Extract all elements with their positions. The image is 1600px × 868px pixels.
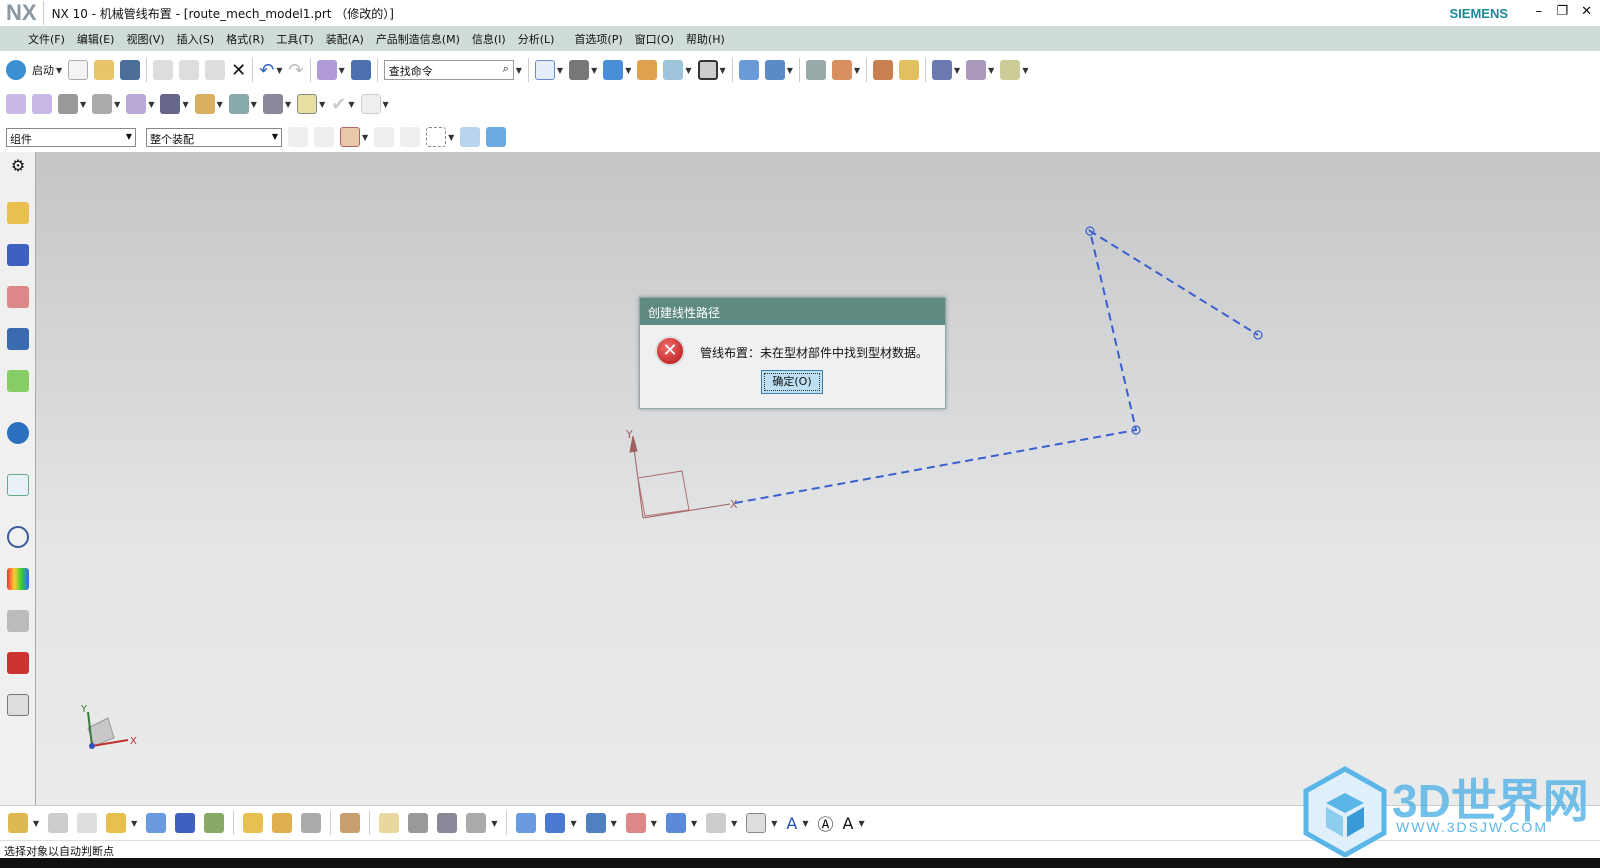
taskbar-edge [0,858,1600,868]
dialog-title: 创建线性路径 [640,298,945,325]
assembly-constraint-icon[interactable] [175,813,196,833]
error-dialog: 创建线性路径 ✕ 管线布置：未在型材部件中找到型材数据。 确定(O) [639,297,946,409]
bracket-icon[interactable] [408,813,429,833]
sheet-icon[interactable] [706,813,727,833]
annotation-icon[interactable]: Ⓐ [818,811,834,835]
route-geometry: Y X Y X [80,226,1263,749]
component-table-icon[interactable] [77,813,98,833]
sequence-icon[interactable] [301,813,322,833]
text-icon[interactable]: A [786,814,797,833]
mirror-icon[interactable] [204,813,225,833]
new-component-icon[interactable] [8,813,28,833]
sweep-icon[interactable] [625,813,646,833]
watermark: 3D世界网 WWW.3DSJW.COM [1300,765,1600,857]
font-icon[interactable]: A [843,814,854,833]
body-icon[interactable] [746,813,767,833]
add-component-icon[interactable] [48,813,69,833]
dialog-message: 管线布置：未在型材部件中找到型材数据。 [700,346,929,360]
triad-x-label: X [130,736,137,747]
extrude-icon[interactable] [516,813,537,833]
clip-icon[interactable] [379,813,400,833]
create-component-icon[interactable] [106,813,127,833]
mate-icon[interactable] [146,813,167,833]
box-icon[interactable] [466,813,487,833]
error-icon: ✕ [655,336,685,366]
block-icon[interactable] [665,813,686,833]
pattern-icon[interactable] [243,813,264,833]
triad-y-label: Y [80,704,88,715]
watermark-cube-icon [1303,766,1387,857]
view-triad [87,711,129,749]
explode-icon[interactable] [272,813,293,833]
revolve-icon[interactable] [545,813,566,833]
wcs-marker [629,435,731,519]
status-text: 选择对象以自动判断点 [4,845,114,858]
wcs-x-label: X [730,498,738,511]
wcs-y-label: Y [625,428,633,441]
datum-icon[interactable] [585,813,606,833]
harness-icon[interactable] [437,813,458,833]
wave-icon[interactable] [340,813,361,833]
watermark-url: WWW.3DSJW.COM [1396,819,1548,835]
ok-button[interactable]: 确定(O) [761,370,823,394]
